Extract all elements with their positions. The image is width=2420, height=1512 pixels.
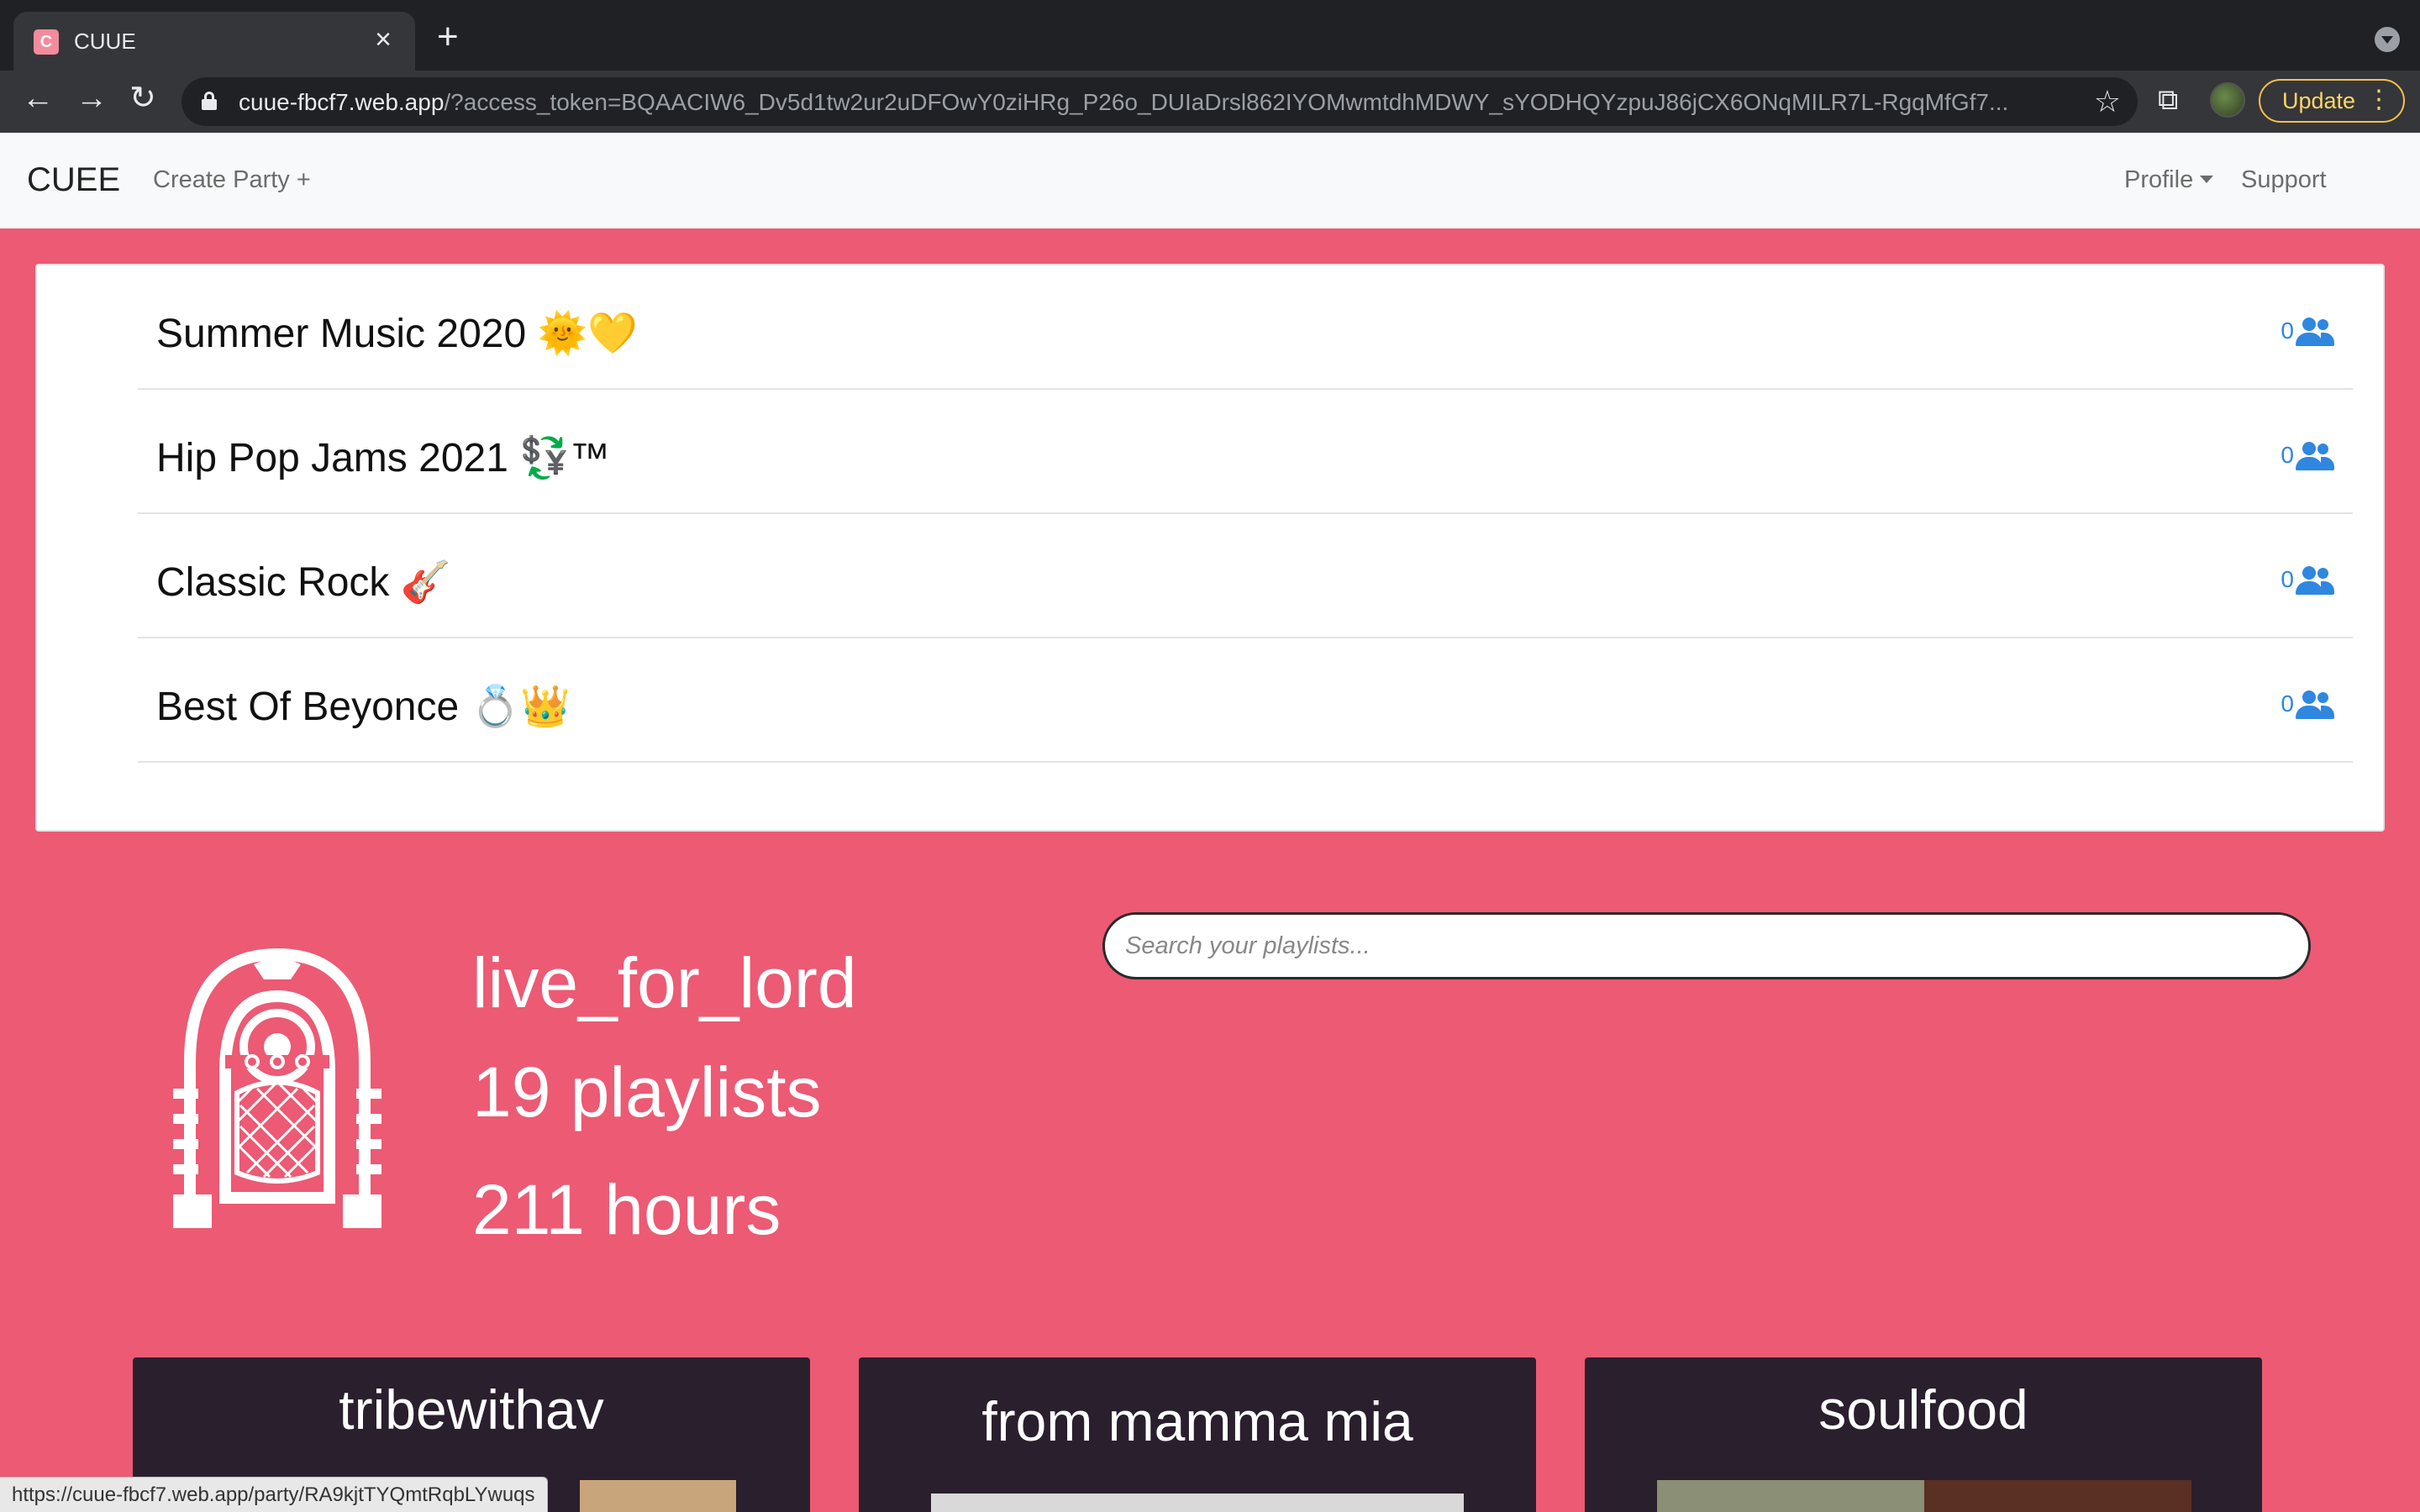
people-icon: [2296, 318, 2334, 346]
party-name[interactable]: Summer Music 2020 🌞💛: [156, 309, 638, 357]
update-label: Update: [2282, 87, 2356, 113]
party-member-count: 0: [2281, 442, 2334, 470]
address-bar[interactable]: cuue-fbcf7.web.app/?access_token=BQAACIW…: [182, 77, 2138, 126]
url-host: cuue-fbcf7.web.app: [239, 89, 445, 115]
party-row[interactable]: Summer Music 2020 🌞💛 0: [138, 265, 2353, 390]
extensions-puzzle-icon[interactable]: ⧉: [2158, 84, 2178, 117]
profile-avatar[interactable]: [2210, 82, 2245, 118]
tab-title: CUUE: [74, 29, 136, 54]
jukebox-icon: [173, 948, 381, 1228]
create-party-link[interactable]: Create Party +: [153, 166, 311, 194]
back-arrow-icon[interactable]: ←: [22, 82, 54, 114]
reload-icon[interactable]: ↻: [129, 82, 156, 114]
party-row[interactable]: Best Of Beyonce 💍👑 0: [138, 638, 2353, 763]
people-icon: [2296, 690, 2334, 719]
support-link[interactable]: Support: [2241, 166, 2327, 194]
playlist-cover-image: [580, 1480, 736, 1512]
people-icon: [2296, 566, 2334, 595]
browser-toolbar: ← → ↻ cuue-fbcf7.web.app/?access_token=B…: [0, 71, 2420, 133]
bookmark-star-icon[interactable]: ☆: [2094, 84, 2121, 119]
lock-icon[interactable]: [202, 92, 217, 110]
link-status-bar: https://cuue-fbcf7.web.app/party/RA9kjtT…: [0, 1477, 548, 1512]
url-path: /?access_token=BQAACIW6_Dv5d1tw2ur2uDFOw…: [444, 89, 2009, 115]
party-list-card: Summer Music 2020 🌞💛 0 Hip Pop Jams 2021…: [35, 264, 2385, 832]
party-row[interactable]: Hip Pop Jams 2021 💱™ 0: [138, 390, 2353, 514]
new-tab-icon[interactable]: +: [437, 18, 459, 55]
party-row[interactable]: Classic Rock 🎸 0: [138, 514, 2353, 638]
profile-dropdown[interactable]: Profile: [2124, 166, 2213, 194]
party-name[interactable]: Hip Pop Jams 2021 💱™: [156, 433, 610, 481]
member-count-value: 0: [2281, 690, 2294, 717]
brand-logo[interactable]: CUEE: [27, 161, 120, 199]
update-button[interactable]: Update ⋮: [2259, 79, 2405, 123]
member-count-value: 0: [2281, 566, 2294, 592]
playlist-card[interactable]: from mamma mia: [859, 1357, 1536, 1512]
party-member-count: 0: [2281, 318, 2334, 346]
member-count-value: 0: [2281, 442, 2294, 468]
party-member-count: 0: [2281, 690, 2334, 719]
member-count-value: 0: [2281, 318, 2294, 344]
playlist-title: from mamma mia: [981, 1390, 1413, 1452]
url-text[interactable]: cuue-fbcf7.web.app/?access_token=BQAACIW…: [239, 89, 2020, 116]
party-member-count: 0: [2281, 566, 2334, 595]
profile-playlist-count: 19 playlists: [472, 1053, 822, 1131]
playlist-card[interactable]: soulfood: [1585, 1357, 2262, 1512]
playlist-cover-image: [931, 1494, 1464, 1512]
favicon-icon: C: [34, 29, 59, 55]
playlist-title: soulfood: [1818, 1378, 2028, 1441]
profile-username: live_for_lord: [472, 943, 857, 1022]
playlist-cover-image: [1657, 1480, 1924, 1512]
party-name[interactable]: Best Of Beyonce 💍👑: [156, 682, 571, 730]
playlist-cover-image: [1924, 1480, 2191, 1512]
close-tab-icon[interactable]: ×: [375, 25, 392, 54]
profile-hours: 211 hours: [472, 1170, 781, 1249]
forward-arrow-icon[interactable]: →: [76, 82, 108, 114]
browser-tab-bar: C CUUE × +: [0, 0, 2420, 71]
app-navbar: CUEE Create Party + Profile Support: [0, 133, 2420, 228]
browser-tab[interactable]: C CUUE ×: [13, 12, 415, 71]
tab-search-icon[interactable]: [2375, 27, 2400, 52]
people-icon: [2296, 442, 2334, 470]
party-name[interactable]: Classic Rock 🎸: [156, 558, 450, 606]
playlist-title: tribewithav: [339, 1378, 604, 1441]
playlist-search-input[interactable]: [1102, 912, 2311, 979]
more-vert-icon: ⋮: [2366, 86, 2391, 113]
